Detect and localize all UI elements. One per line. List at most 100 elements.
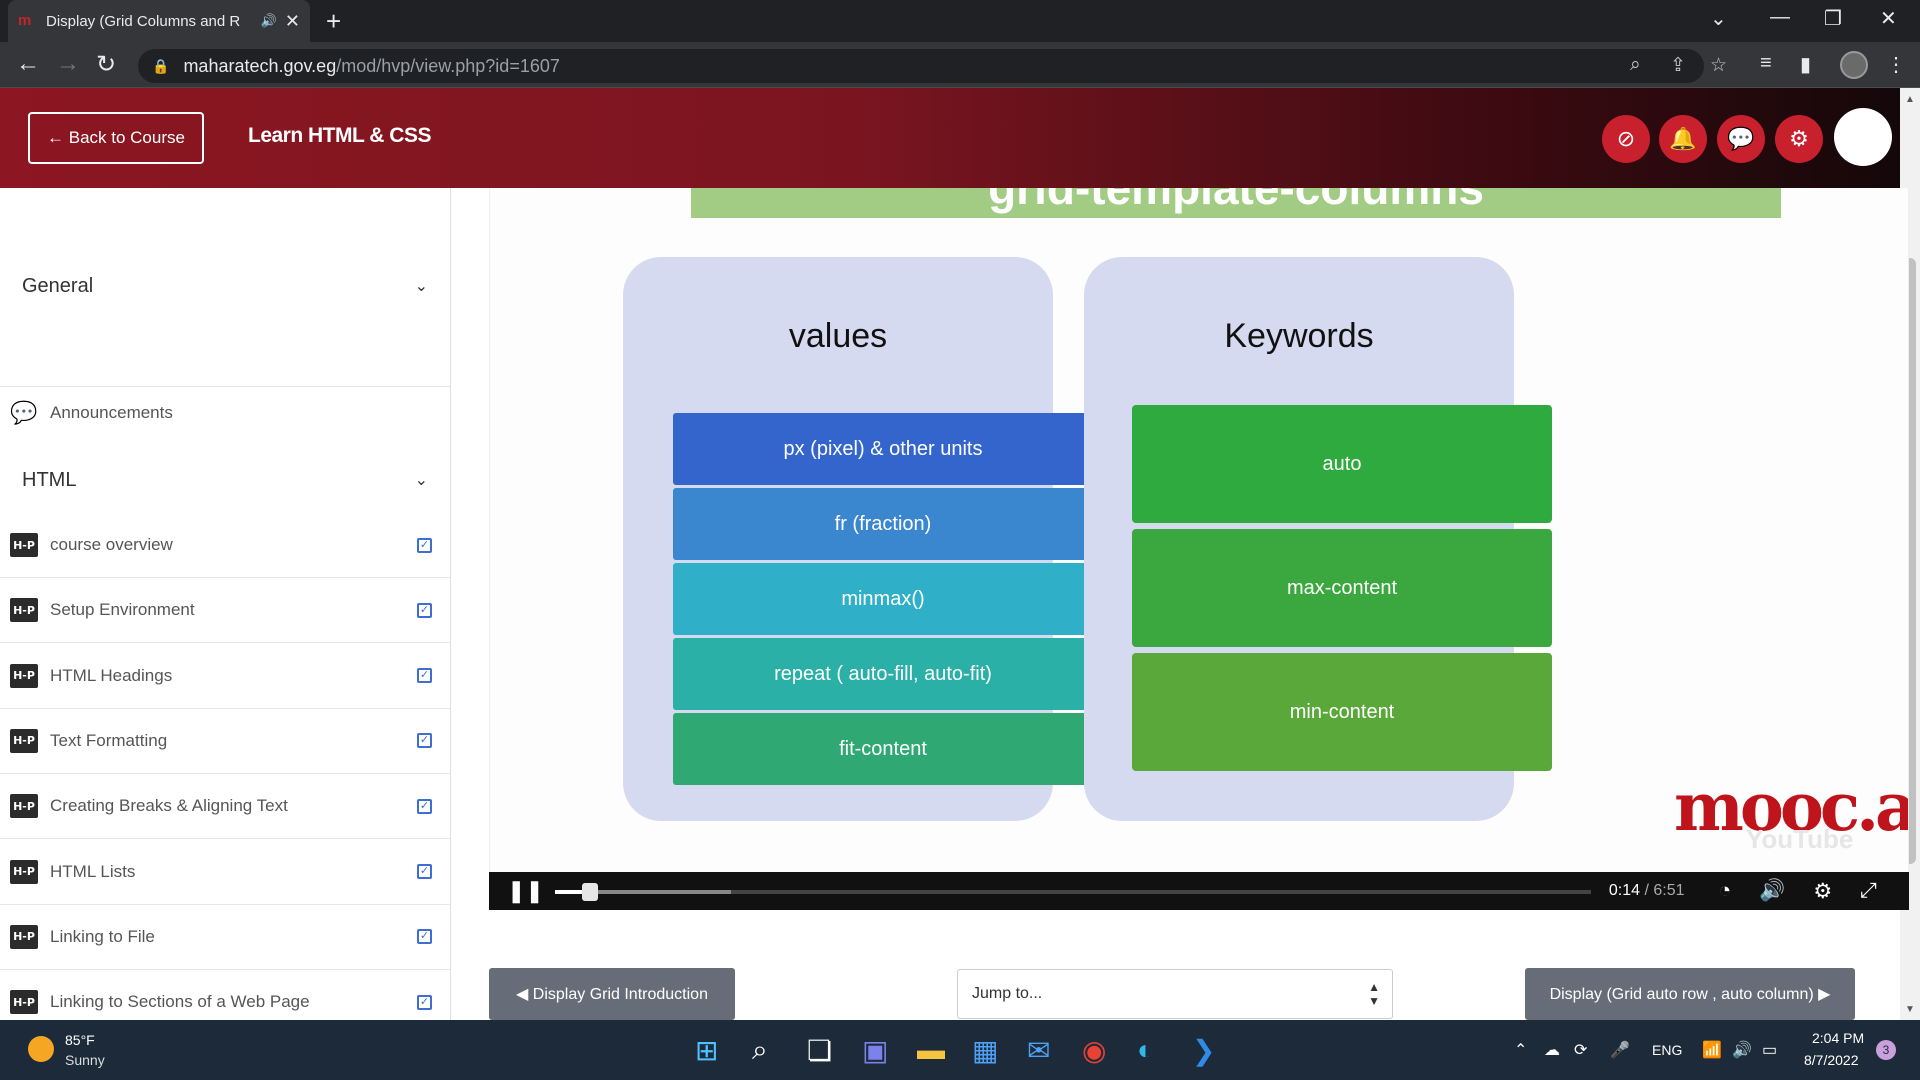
completion-checkbox-icon[interactable]: ✓ bbox=[417, 864, 432, 879]
reading-list-icon[interactable]: ≡ bbox=[1760, 52, 1772, 75]
tab-title: Display (Grid Columns and R bbox=[46, 12, 241, 30]
sidebar-item[interactable]: H-P Linking to File ✓ bbox=[0, 905, 450, 970]
h5p-icon: H-P bbox=[10, 990, 38, 1015]
sidebar-item[interactable]: H-P Text Formatting ✓ bbox=[0, 709, 450, 774]
tab-audio-icon[interactable]: 🔊 bbox=[261, 13, 277, 29]
clock-date[interactable]: 8/7/2022 bbox=[1804, 1052, 1859, 1068]
settings-gear-icon[interactable]: ⚙ bbox=[1775, 115, 1823, 163]
sidebar-item-label: Setup Environment bbox=[50, 600, 195, 620]
notification-badge[interactable]: 3 bbox=[1876, 1040, 1896, 1060]
mail-icon[interactable]: ✉ bbox=[1027, 1034, 1050, 1067]
hide-eye-icon[interactable]: ⊘ bbox=[1602, 115, 1650, 163]
teams-chat-icon[interactable]: ▣ bbox=[862, 1034, 888, 1067]
weather-temperature: 85°F bbox=[65, 1032, 95, 1048]
chrome-menu-icon[interactable]: ⋮ bbox=[1886, 52, 1906, 77]
sync-icon[interactable]: ⟳ bbox=[1574, 1040, 1587, 1060]
new-tab-icon[interactable]: + bbox=[326, 6, 341, 37]
battery-icon[interactable]: ▭ bbox=[1762, 1040, 1777, 1060]
completion-checkbox-icon[interactable]: ✓ bbox=[417, 537, 432, 553]
completion-checkbox-icon[interactable]: ✓ bbox=[417, 994, 432, 1010]
language-indicator[interactable]: ENG bbox=[1652, 1042, 1682, 1058]
sidebar-item[interactable]: H-P Creating Breaks & Aligning Text ✓ bbox=[0, 774, 450, 840]
value-box: repeat ( auto-fill, auto-fit) bbox=[673, 638, 1093, 710]
lock-icon[interactable]: 🔒 bbox=[152, 58, 169, 75]
video-progress-bar[interactable] bbox=[555, 872, 1591, 910]
completion-checkbox-icon[interactable]: ✓ bbox=[417, 798, 432, 814]
sidebar-item[interactable]: H-P HTML Headings ✓ bbox=[0, 644, 450, 709]
sidebar-item-label: Linking to Sections of a Web Page bbox=[50, 992, 310, 1012]
volume-icon[interactable]: 🔊 bbox=[1759, 879, 1785, 903]
share-icon[interactable]: ⇪ bbox=[1670, 54, 1686, 77]
address-bar[interactable]: 🔒 maharatech.gov.eg/mod/hvp/view.php?id=… bbox=[138, 49, 1704, 83]
window-close-icon[interactable]: ✕ bbox=[1880, 6, 1897, 31]
jump-to-select[interactable]: Jump to... ▲ ▼ bbox=[957, 969, 1393, 1019]
scroll-down-icon[interactable]: ▼ bbox=[1905, 1004, 1915, 1015]
sidebar-item[interactable]: H-P Linking to Sections of a Web Page ✓ bbox=[0, 970, 450, 1020]
browser-tab[interactable]: m Display (Grid Columns and R 🔊 ✕ bbox=[8, 0, 310, 42]
edge-icon[interactable]: ◐ bbox=[1137, 1034, 1154, 1066]
pause-icon[interactable]: ❚❚ bbox=[507, 878, 544, 904]
keyword-box: auto bbox=[1132, 405, 1552, 523]
section-general-label: General bbox=[22, 274, 94, 297]
minimize-icon[interactable]: — bbox=[1770, 6, 1790, 29]
back-arrow-icon[interactable]: ← bbox=[16, 50, 40, 78]
chevron-down-icon[interactable]: ⌄ bbox=[415, 470, 428, 490]
user-avatar[interactable] bbox=[1834, 108, 1892, 166]
sidebar-item-announcements[interactable]: 💬 Announcements bbox=[0, 387, 450, 439]
completion-checkbox-icon[interactable]: ✓ bbox=[417, 929, 432, 945]
select-arrows-icon: ▲ ▼ bbox=[1368, 980, 1380, 1008]
speaker-icon[interactable]: 🔊 bbox=[1732, 1040, 1752, 1060]
forward-arrow-icon[interactable]: → bbox=[56, 50, 80, 78]
completion-checkbox-icon[interactable]: ✓ bbox=[417, 602, 432, 618]
completion-checkbox-icon[interactable]: ✓ bbox=[417, 668, 432, 684]
vscode-icon[interactable]: ❯ bbox=[1192, 1034, 1215, 1067]
video-player[interactable]: grid-template-columns values px (pixel) … bbox=[489, 188, 1909, 910]
playback-speed-icon[interactable]: ◔ bbox=[1719, 879, 1732, 903]
sidebar-item[interactable]: H-P course overview ✓ bbox=[0, 513, 450, 578]
bookmark-star-icon[interactable]: ☆ bbox=[1710, 54, 1727, 77]
reload-icon[interactable]: ↻ bbox=[96, 50, 116, 79]
task-view-icon[interactable]: ❏ bbox=[807, 1034, 832, 1067]
side-panel-icon[interactable]: ▮ bbox=[1800, 52, 1811, 77]
microsoft-store-icon[interactable]: ▦ bbox=[972, 1034, 998, 1067]
messages-chat-icon[interactable]: 💬 bbox=[1717, 115, 1765, 163]
profile-avatar[interactable] bbox=[1840, 51, 1868, 79]
tab-search-icon[interactable]: ⌄ bbox=[1710, 6, 1727, 31]
site-header: ← Back to Course Learn HTML & CSS ⊘ 🔔 💬 … bbox=[0, 88, 1900, 188]
keyword-box: max-content bbox=[1132, 529, 1552, 647]
onedrive-cloud-icon[interactable]: ☁ bbox=[1544, 1040, 1560, 1060]
sidebar-item[interactable]: H-P Setup Environment ✓ bbox=[0, 578, 450, 644]
sun-weather-icon[interactable] bbox=[28, 1036, 54, 1062]
progress-handle[interactable] bbox=[582, 883, 599, 901]
url-path: /mod/hvp/view.php?id=1607 bbox=[336, 55, 560, 76]
notifications-bell-icon[interactable]: 🔔 bbox=[1659, 115, 1707, 163]
sidebar-item[interactable]: H-P HTML Lists ✓ bbox=[0, 840, 450, 905]
sidebar-item-label: Text Formatting bbox=[50, 730, 168, 750]
chevron-down-icon[interactable]: ⌄ bbox=[415, 276, 428, 296]
h5p-icon: H-P bbox=[10, 663, 38, 688]
slide-title: grid-template-columns bbox=[691, 188, 1781, 218]
video-settings-gear-icon[interactable]: ⚙ bbox=[1813, 879, 1832, 904]
back-to-course-button[interactable]: ← Back to Course bbox=[28, 112, 204, 164]
clock-time[interactable]: 2:04 PM bbox=[1812, 1030, 1864, 1046]
wifi-icon[interactable]: 📶 bbox=[1702, 1040, 1722, 1060]
course-title: Learn HTML & CSS bbox=[248, 124, 431, 147]
search-icon[interactable]: ⌕ bbox=[752, 1034, 768, 1067]
zoom-icon[interactable]: ⌕ bbox=[1630, 54, 1641, 76]
section-general[interactable]: General ⌄ bbox=[0, 256, 450, 316]
tab-close-icon[interactable]: ✕ bbox=[285, 11, 300, 32]
restore-icon[interactable]: ❐ bbox=[1824, 6, 1842, 31]
windows-start-icon[interactable]: ⊞ bbox=[695, 1034, 718, 1067]
keywords-panel: Keywords auto max-content min-content bbox=[1084, 257, 1552, 821]
values-panel: values px (pixel) & other units fr (fract… bbox=[623, 257, 1093, 821]
microphone-icon[interactable]: 🎤 bbox=[1610, 1040, 1630, 1060]
show-hidden-icons-icon[interactable]: ⌃ bbox=[1514, 1040, 1527, 1060]
chrome-icon[interactable]: ◉ bbox=[1082, 1034, 1106, 1067]
next-activity-button[interactable]: Display (Grid auto row , auto column) ▶ bbox=[1525, 968, 1855, 1020]
fullscreen-icon[interactable]: ⤢ bbox=[1860, 879, 1877, 903]
file-explorer-icon[interactable]: ▬ bbox=[917, 1034, 945, 1066]
scroll-up-icon[interactable]: ▲ bbox=[1905, 94, 1915, 105]
completion-checkbox-icon[interactable]: ✓ bbox=[417, 733, 432, 749]
section-html[interactable]: HTML ⌄ bbox=[0, 450, 450, 510]
previous-activity-button[interactable]: ◀ Display Grid Introduction bbox=[489, 968, 735, 1020]
